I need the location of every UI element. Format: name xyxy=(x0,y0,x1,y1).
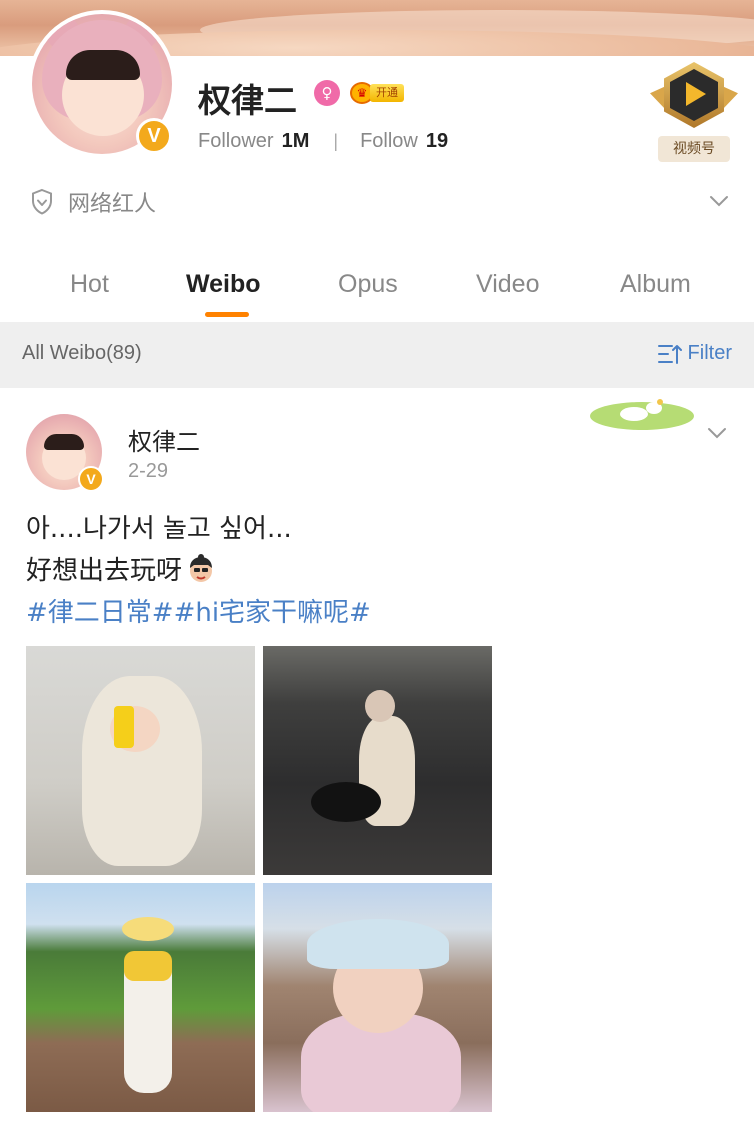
tab-video[interactable]: Video xyxy=(476,270,540,299)
following-link[interactable]: Follow 19 xyxy=(360,130,448,153)
photo-2[interactable] xyxy=(263,646,492,875)
tab-opus[interactable]: Opus xyxy=(338,270,398,299)
photo-4[interactable] xyxy=(263,883,492,1112)
tab-weibo[interactable]: Weibo xyxy=(186,270,261,299)
follower-label: Follower xyxy=(198,130,274,152)
verified-badge: V xyxy=(78,466,104,492)
chevron-down-icon[interactable] xyxy=(706,422,728,444)
post-body: 아....나가서 놀고 싶어... 好想出去玩呀 #律二日常##hi宅家干嘛呢# xyxy=(26,508,371,634)
follower-count: 1M xyxy=(281,130,310,152)
post-author-name[interactable]: 权律二 xyxy=(128,422,200,457)
female-icon: ♀ xyxy=(314,80,340,106)
vip-open-label: 开通 xyxy=(370,84,404,102)
active-tab-indicator xyxy=(205,312,249,317)
play-icon xyxy=(686,82,706,106)
hashtag-link[interactable]: #律二日常##hi宅家干嘛呢# xyxy=(26,592,371,634)
profile-tabs: Hot Weibo Opus Video Album xyxy=(0,262,754,322)
filter-icon xyxy=(657,344,682,364)
photo-subject xyxy=(122,917,174,941)
filter-bar: All Weibo(89) Filter xyxy=(0,322,754,388)
stats-divider: | xyxy=(333,131,339,151)
avatar-hair xyxy=(66,50,140,80)
verification-row[interactable]: 网络红人 xyxy=(30,186,730,218)
vip-open-button[interactable]: ♛ 开通 xyxy=(350,82,404,104)
verified-badge: V xyxy=(136,118,172,154)
post-text-line: 아....나가서 놀고 싶어... xyxy=(26,514,292,544)
verification-text: 网络红人 xyxy=(68,192,157,217)
photo-1[interactable] xyxy=(26,646,255,875)
profile-stats: Follower 1M | Follow 19 xyxy=(198,130,448,153)
filter-label: Filter xyxy=(687,342,732,364)
emoji-icon xyxy=(190,554,213,582)
chevron-down-icon[interactable] xyxy=(708,190,730,212)
card-decoration xyxy=(590,399,694,430)
tab-album[interactable]: Album xyxy=(620,270,691,299)
photo-subject xyxy=(82,676,202,866)
badge-wing xyxy=(722,86,738,110)
weibo-count: All Weibo(89) xyxy=(22,342,142,364)
post-text-line: 好想出去玩呀 xyxy=(26,556,183,586)
follow-label: Follow xyxy=(360,130,418,152)
photo-subject xyxy=(307,919,449,969)
video-channel-label: 视频号 xyxy=(658,136,730,162)
photo-3[interactable] xyxy=(26,883,255,1112)
post-text-line-with-emoji: 好想出去玩呀 xyxy=(26,550,371,592)
tab-hot[interactable]: Hot xyxy=(70,270,109,299)
follow-count: 19 xyxy=(425,130,449,152)
photo-grid xyxy=(26,646,492,1112)
badge-wing xyxy=(650,86,666,110)
photo-subject xyxy=(124,951,172,981)
profile-name: 权律二 xyxy=(198,81,297,120)
video-channel-button[interactable]: 视频号 xyxy=(650,62,738,164)
avatar-hair xyxy=(44,434,84,450)
photo-subject xyxy=(365,690,395,722)
shadow xyxy=(311,782,381,822)
followers-link[interactable]: Follower 1M xyxy=(198,130,309,153)
post-timestamp: 2-29 xyxy=(128,460,169,482)
phone xyxy=(114,706,134,748)
filter-button[interactable]: Filter xyxy=(657,342,732,365)
shield-icon xyxy=(32,188,52,215)
